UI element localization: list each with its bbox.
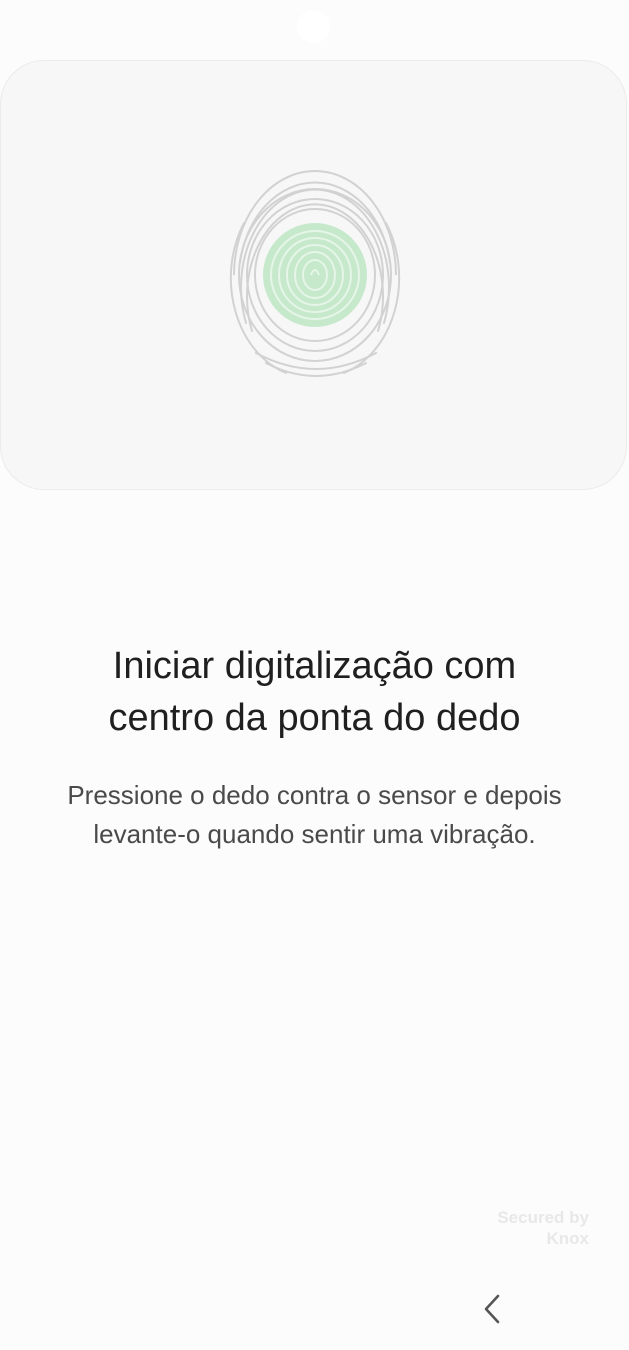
- instruction-line-1: Pressione o dedo contra o sensor e depoi…: [67, 780, 562, 810]
- knox-line-1: Secured by: [497, 1208, 589, 1227]
- knox-line-2: Knox: [546, 1229, 590, 1248]
- instruction-text: Pressione o dedo contra o sensor e depoi…: [20, 776, 609, 854]
- chevron-left-icon: [484, 1294, 500, 1324]
- camera-cutout: [297, 10, 330, 43]
- title-line-2: centro da ponta do dedo: [108, 697, 521, 739]
- page-title: Iniciar digitalização com centro da pont…: [0, 640, 629, 744]
- fingerprint-icon: [229, 170, 401, 377]
- back-button[interactable]: [470, 1285, 514, 1333]
- instruction-line-2: levante-o quando sentir uma vibração.: [93, 819, 536, 849]
- secured-by-knox-label: Secured by Knox: [497, 1207, 589, 1249]
- title-line-1: Iniciar digitalização com: [112, 645, 517, 687]
